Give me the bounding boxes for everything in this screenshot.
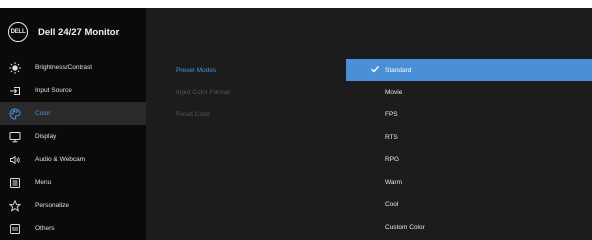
option-rpg[interactable]: RPG	[346, 148, 592, 170]
option-label: RTS	[385, 133, 398, 141]
star-icon	[9, 199, 21, 212]
option-label: Cool	[385, 200, 399, 208]
sidebar-item-brightness-contrast[interactable]: Brightness/Contrast	[0, 56, 146, 79]
osd-header: DELL Dell 24/27 Monitor	[0, 8, 146, 56]
submenu-item-reset-color[interactable]: Reset Color	[176, 111, 210, 118]
sidebar-item-label: Audio & Webcam	[35, 156, 86, 163]
speaker-icon	[9, 154, 21, 166]
submenu-item-preset-modes[interactable]: Preset Modes	[176, 67, 216, 74]
option-label: Standard	[385, 66, 412, 74]
menu-icon	[9, 177, 21, 189]
sidebar-item-label: Personalize	[35, 202, 69, 209]
sidebar-item-audio-webcam[interactable]: Audio & Webcam	[0, 148, 146, 171]
option-label: FPS	[385, 110, 398, 118]
sidebar-item-others[interactable]: Others	[0, 217, 146, 240]
main-menu-sidebar: DELL Dell 24/27 Monitor Brightness/Contr…	[0, 8, 146, 240]
sidebar-item-label: Color	[35, 110, 51, 117]
display-icon	[9, 131, 21, 143]
sidebar-item-personalize[interactable]: Personalize	[0, 194, 146, 217]
sidebar-item-label: Input Source	[35, 87, 72, 94]
checkmark-icon	[370, 64, 380, 74]
sidebar-item-label: Brightness/Contrast	[35, 64, 93, 71]
preset-mode-options: Standard Movie FPS RTS RPG Warm Cool Cus…	[346, 8, 592, 240]
option-rts[interactable]: RTS	[346, 126, 592, 148]
option-movie[interactable]: Movie	[346, 81, 592, 103]
monitor-title: Dell 24/27 Monitor	[38, 26, 120, 38]
color-submenu: Preset Modes Input Color Format Reset Co…	[146, 8, 346, 240]
sidebar-item-input-source[interactable]: Input Source	[0, 79, 146, 102]
monitor-osd: DELL Dell 24/27 Monitor Brightness/Contr…	[0, 8, 592, 240]
sidebar-item-color[interactable]: Color	[0, 102, 146, 125]
sidebar-item-label: Others	[35, 225, 55, 232]
brightness-icon	[9, 61, 21, 74]
input-source-icon	[9, 85, 21, 97]
submenu-item-input-color-format[interactable]: Input Color Format	[176, 89, 230, 96]
option-warm[interactable]: Warm	[346, 171, 592, 193]
main-menu: Brightness/Contrast Input Source Color D…	[0, 56, 146, 240]
option-custom-color[interactable]: Custom Color	[346, 216, 592, 238]
option-label: RPG	[385, 155, 400, 163]
sidebar-item-display[interactable]: Display	[0, 125, 146, 148]
option-label: Movie	[385, 88, 403, 96]
dell-logo: DELL	[8, 22, 28, 42]
option-standard[interactable]: Standard	[346, 59, 592, 81]
option-cool[interactable]: Cool	[346, 193, 592, 215]
sidebar-item-menu[interactable]: Menu	[0, 171, 146, 194]
sidebar-item-label: Menu	[35, 179, 52, 186]
sidebar-item-label: Display	[35, 133, 57, 140]
color-palette-icon	[9, 107, 21, 120]
option-label: Warm	[385, 178, 403, 186]
others-icon	[9, 223, 21, 235]
option-fps[interactable]: FPS	[346, 103, 592, 125]
option-label: Custom Color	[385, 223, 425, 231]
